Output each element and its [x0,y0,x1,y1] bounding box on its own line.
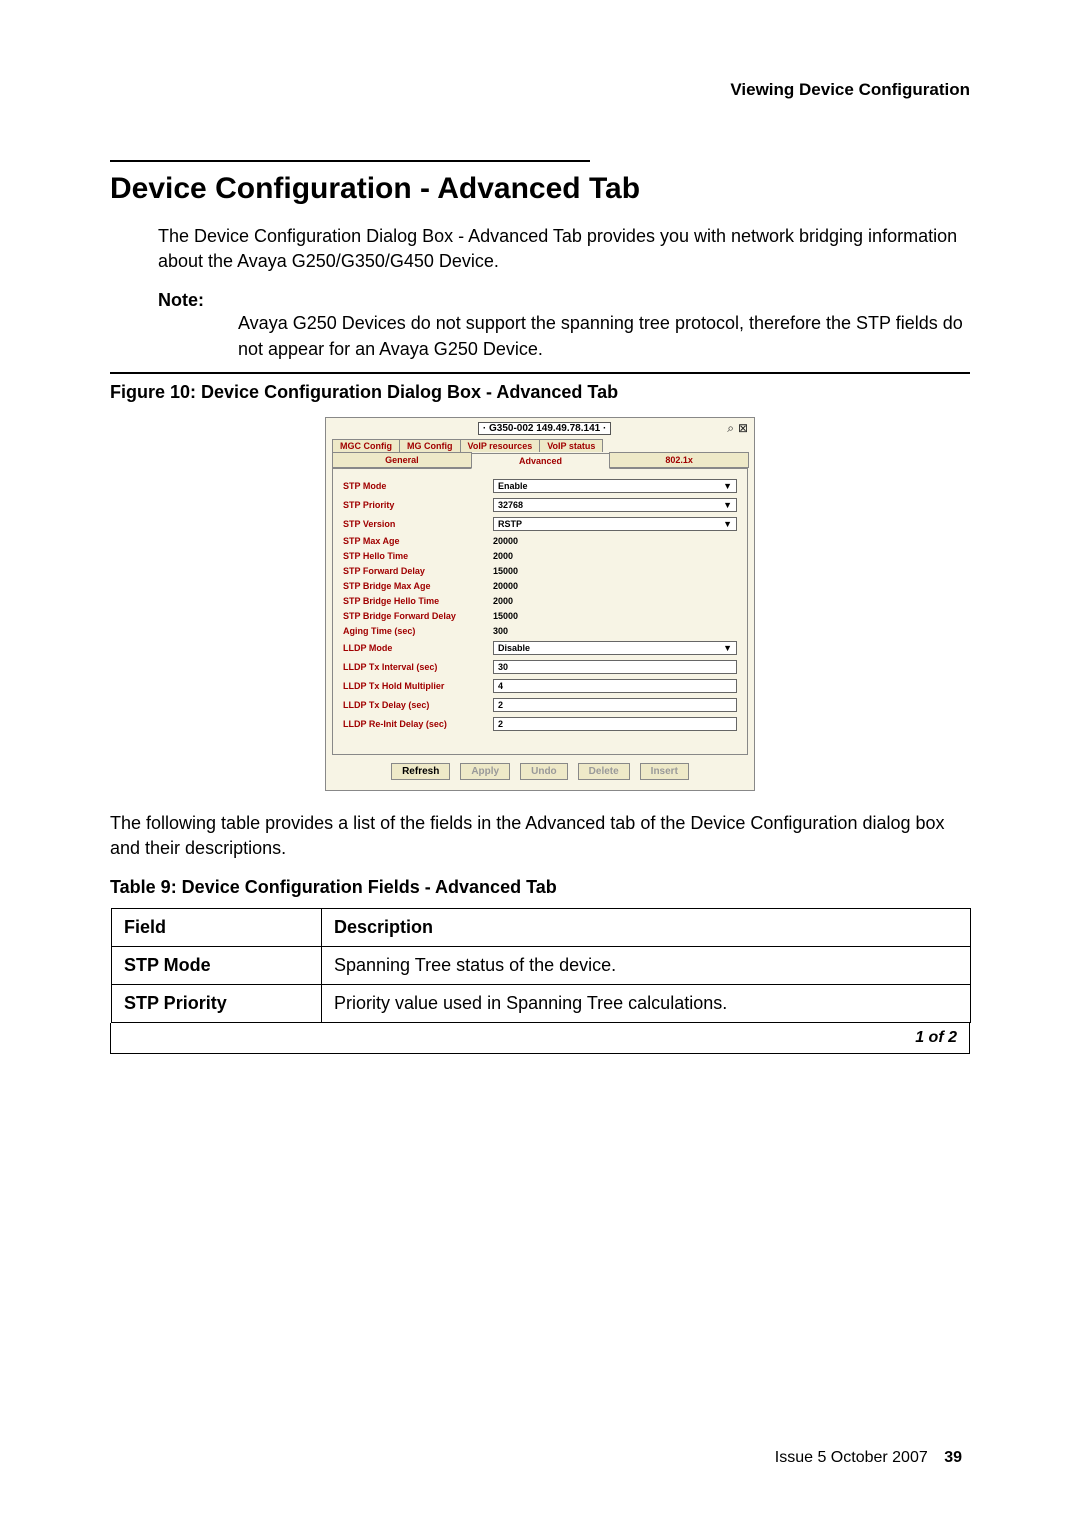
rule-divider [110,372,970,374]
table-row: STP Priority Priority value used in Span… [112,985,971,1023]
input-lldp-tx-int[interactable]: 30 [493,660,737,674]
tab-voip-status[interactable]: VoIP status [539,439,603,452]
rule-top [110,160,590,162]
label-lldp-tx-int: LLDP Tx Interval (sec) [343,662,493,672]
tab-row-1: MGC Config MG Config VoIP resources VoIP… [326,439,754,452]
label-stp-max-age: STP Max Age [343,536,493,546]
dialog-title: · G350-002 149.49.78.141 · [362,422,727,435]
device-config-dialog: · G350-002 149.49.78.141 · ⌕ ⊠ MGC Confi… [325,417,755,791]
section-header: Viewing Device Configuration [110,80,970,100]
refresh-button[interactable]: Refresh [391,763,450,780]
input-lldp-tx-hold[interactable]: 4 [493,679,737,693]
tab-voip-resources[interactable]: VoIP resources [460,439,541,452]
delete-button[interactable]: Delete [578,763,630,780]
figure-caption: Figure 10: Device Configuration Dialog B… [110,382,970,403]
tab-general[interactable]: General [332,452,472,468]
apply-button[interactable]: Apply [460,763,510,780]
select-lldp-mode[interactable]: Disable ▼ [493,641,737,655]
label-stp-b-hello: STP Bridge Hello Time [343,596,493,606]
select-stp-version[interactable]: RSTP ▼ [493,517,737,531]
fields-table: Field Description STP Mode Spanning Tree… [111,908,971,1023]
value-stp-max-age: 20000 [493,536,518,546]
table-caption: Table 9: Device Configuration Fields - A… [110,877,970,898]
label-aging: Aging Time (sec) [343,626,493,636]
chevron-down-icon: ▼ [723,519,732,529]
value-stp-b-max: 20000 [493,581,518,591]
label-stp-mode: STP Mode [343,481,493,491]
tab-mg-config[interactable]: MG Config [399,439,461,452]
insert-button[interactable]: Insert [640,763,689,780]
select-stp-mode[interactable]: Enable ▼ [493,479,737,493]
tab-8021x[interactable]: 802.1x [609,452,749,468]
dialog-button-bar: Refresh Apply Undo Delete Insert [326,755,754,790]
post-figure-paragraph: The following table provides a list of t… [110,811,970,861]
label-lldp-tx-delay: LLDP Tx Delay (sec) [343,700,493,710]
value-stp-b-fwd: 15000 [493,611,518,621]
tab-row-2: General Advanced 802.1x [326,452,754,468]
chevron-down-icon: ▼ [723,500,732,510]
close-icon[interactable]: ⊠ [738,421,748,436]
input-lldp-reinit[interactable]: 2 [493,717,737,731]
th-description: Description [322,909,971,947]
label-stp-version: STP Version [343,519,493,529]
label-lldp-tx-hold: LLDP Tx Hold Multiplier [343,681,493,691]
tab-advanced[interactable]: Advanced [471,453,611,469]
value-stp-b-hello: 2000 [493,596,513,606]
th-field: Field [112,909,322,947]
label-lldp-reinit: LLDP Re-Init Delay (sec) [343,719,493,729]
chevron-down-icon: ▼ [723,481,732,491]
help-icon[interactable]: ⌕ [727,421,734,436]
select-stp-priority[interactable]: 32768 ▼ [493,498,737,512]
value-aging: 300 [493,626,508,636]
label-stp-b-max: STP Bridge Max Age [343,581,493,591]
label-stp-b-fwd: STP Bridge Forward Delay [343,611,493,621]
form-panel: STP Mode Enable ▼ STP Priority 32768 ▼ S… [332,468,748,755]
chevron-down-icon: ▼ [723,643,732,653]
label-stp-fwd: STP Forward Delay [343,566,493,576]
page-footer: Issue 5 October 2007 39 [775,1449,962,1467]
page-title: Device Configuration - Advanced Tab [110,172,970,206]
note-text: Avaya G250 Devices do not support the sp… [238,311,970,361]
value-stp-hello: 2000 [493,551,513,561]
table-row: STP Mode Spanning Tree status of the dev… [112,947,971,985]
table-page-indicator: 1 of 2 [110,1023,970,1054]
undo-button[interactable]: Undo [520,763,568,780]
label-stp-hello: STP Hello Time [343,551,493,561]
label-stp-priority: STP Priority [343,500,493,510]
note-label: Note: [158,290,970,311]
value-stp-fwd: 15000 [493,566,518,576]
input-lldp-tx-delay[interactable]: 2 [493,698,737,712]
tab-mgc-config[interactable]: MGC Config [332,439,400,452]
intro-paragraph: The Device Configuration Dialog Box - Ad… [158,224,970,274]
label-lldp-mode: LLDP Mode [343,643,493,653]
